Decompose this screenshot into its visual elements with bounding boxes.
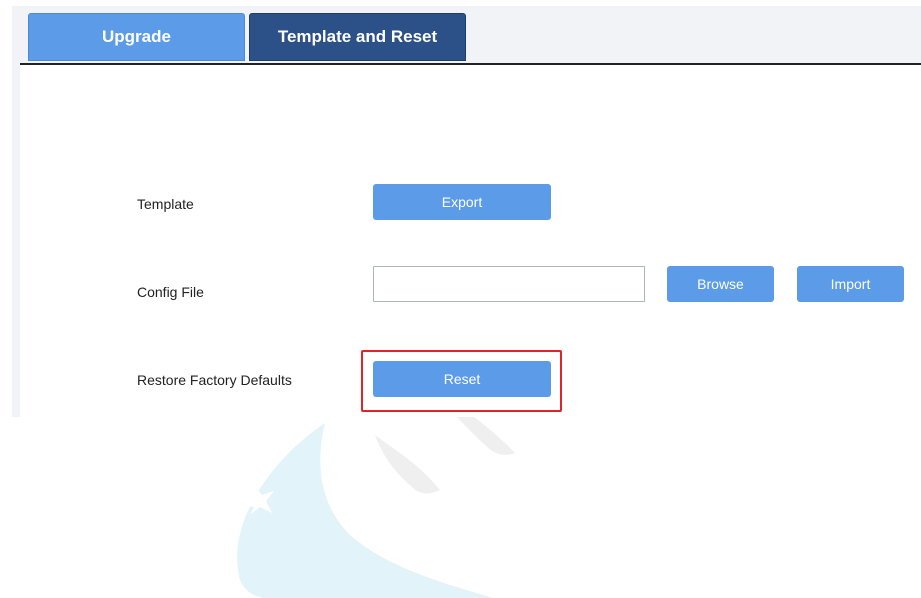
reset-button[interactable]: Reset: [373, 361, 551, 397]
tab-template-and-reset[interactable]: Template and Reset: [249, 13, 466, 61]
page: Upgrade Template and Reset Template Expo…: [0, 0, 921, 598]
tab-upgrade[interactable]: Upgrade: [28, 13, 245, 61]
config-file-input[interactable]: [373, 266, 645, 302]
config-file-label: Config File: [137, 284, 204, 300]
template-reset-content: Template Export Config File Browse Impor…: [20, 65, 921, 417]
tab-bar: Upgrade Template and Reset: [28, 13, 466, 63]
template-label: Template: [137, 196, 194, 212]
import-button[interactable]: Import: [797, 266, 904, 302]
export-button[interactable]: Export: [373, 184, 551, 220]
browse-button[interactable]: Browse: [667, 266, 774, 302]
screenshot-panel: Upgrade Template and Reset Template Expo…: [12, 6, 921, 417]
restore-factory-defaults-label: Restore Factory Defaults: [137, 372, 292, 388]
watermark-logo-icon: [237, 395, 515, 598]
